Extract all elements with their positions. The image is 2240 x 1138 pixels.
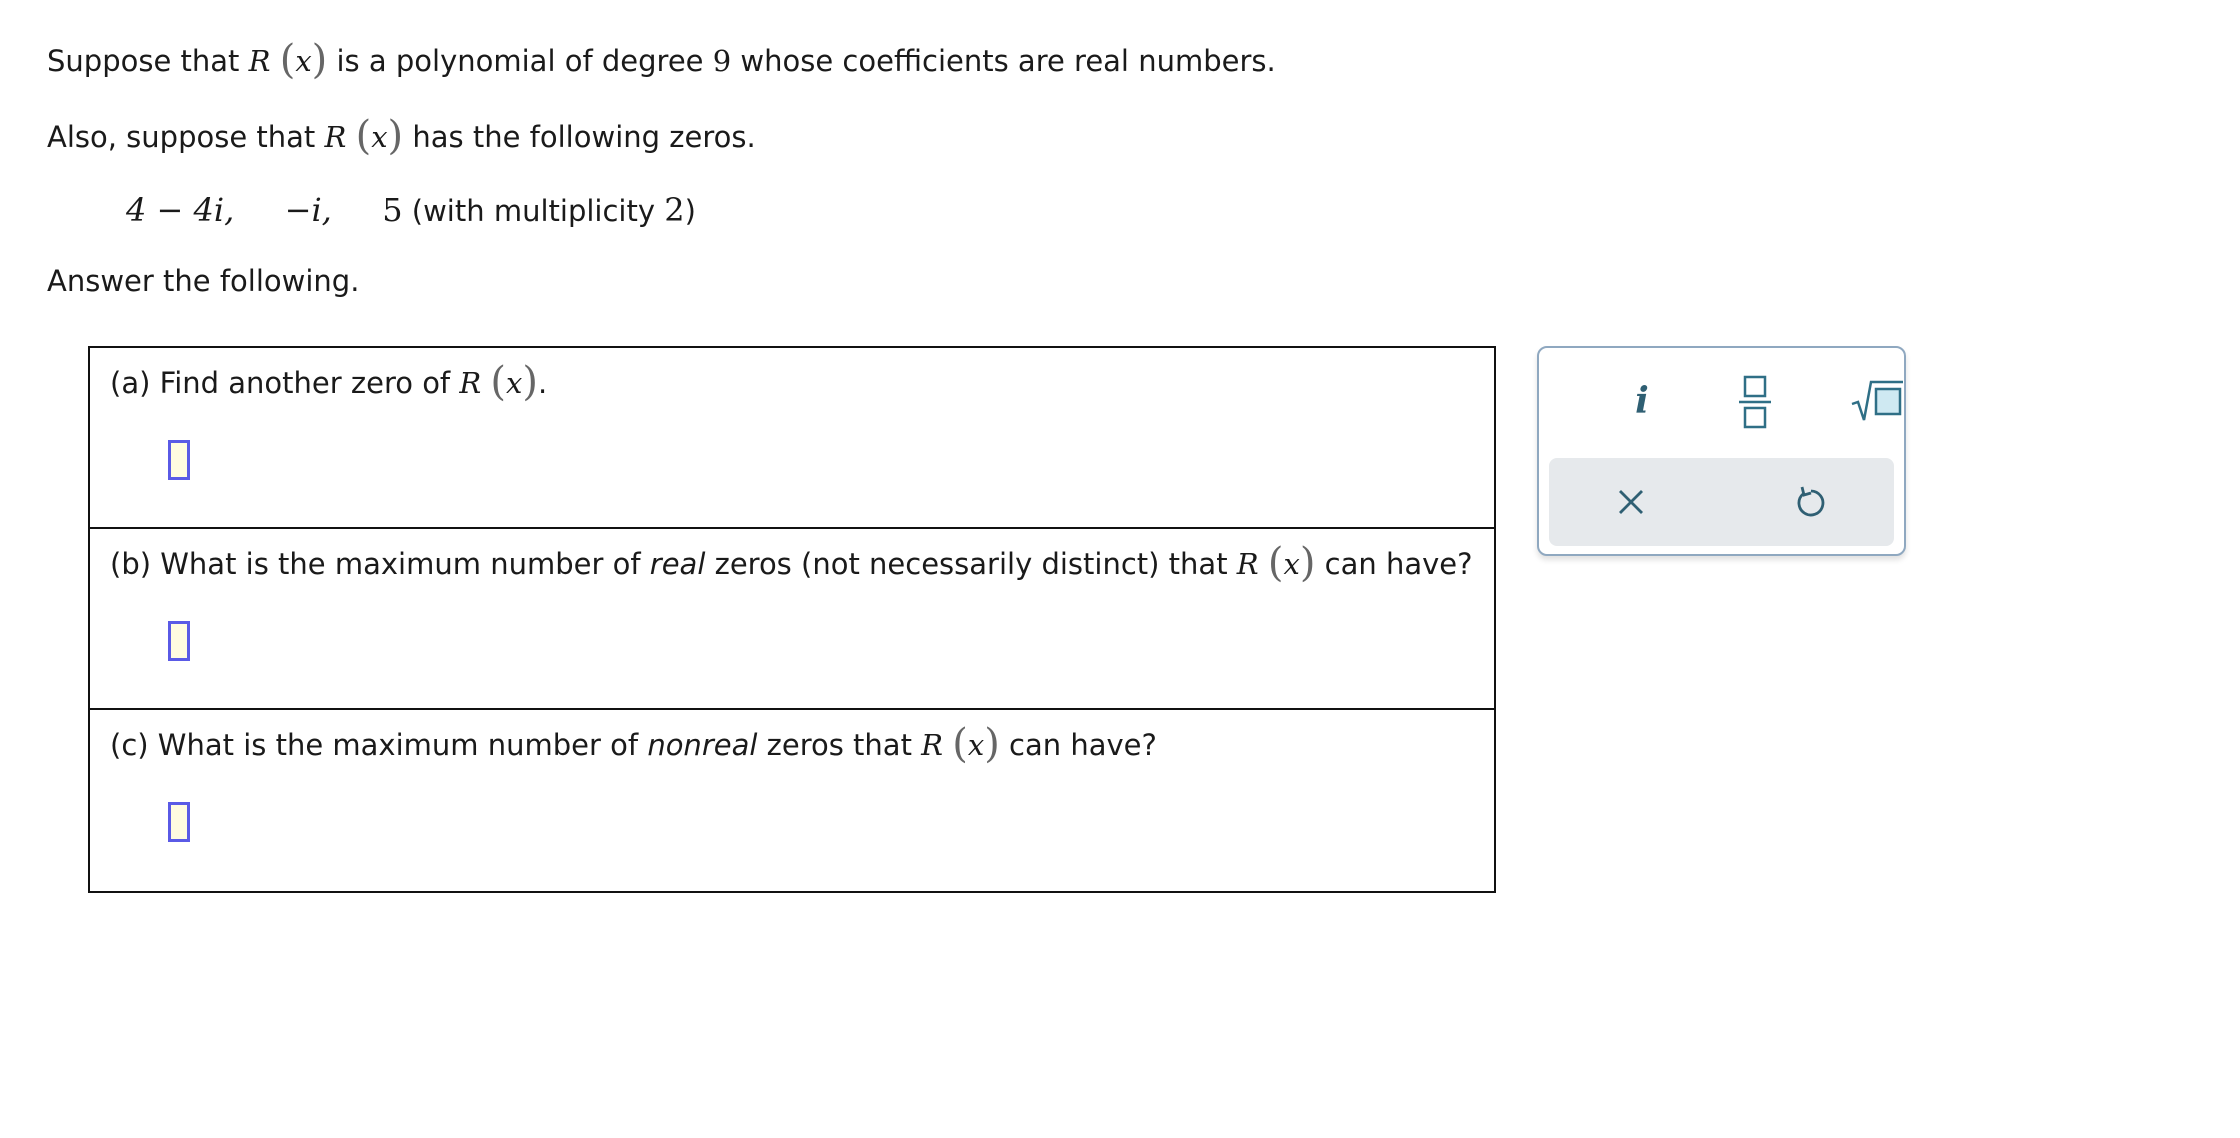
paren-open: ( [952, 721, 968, 767]
clear-icon [1619, 490, 1643, 514]
intro-text: whose coefficients are real numbers. [731, 44, 1276, 78]
fraction-icon [1739, 375, 1771, 429]
function-variable: x [1283, 547, 1300, 581]
zeros-list: 4 − 4i, −i, 5 (with multiplicity 2) [126, 188, 696, 233]
paren-open: ( [1267, 540, 1284, 586]
paren-open: ( [490, 359, 507, 405]
paren-close: ) [311, 37, 328, 83]
toolbar-top-row: i [1539, 348, 1904, 456]
answer-input-c[interactable] [168, 802, 190, 842]
clear-button[interactable] [1591, 467, 1671, 537]
question-text: can have? [999, 728, 1157, 762]
question-row-c: (c) What is the maximum number of nonrea… [90, 710, 1494, 891]
function-variable: x [371, 120, 388, 154]
math-toolbar: i [1537, 346, 1906, 556]
undo-icon [1797, 486, 1825, 517]
function-name: R [459, 366, 482, 400]
question-text: (a) Find another zero of [110, 366, 460, 400]
intro-text: has the following zeros. [403, 120, 756, 154]
imaginary-unit-button[interactable]: i [1602, 366, 1682, 436]
intro-line-3: Answer the following. [47, 264, 360, 298]
multiplicity-note: (with multiplicity [402, 194, 665, 228]
function-name: R [324, 120, 347, 154]
question-text: (c) What is the maximum number of [110, 728, 648, 762]
degree-value: 9 [712, 44, 732, 78]
paren-open: ( [279, 37, 296, 83]
intro-text: Suppose that [47, 44, 249, 78]
function-name: R [921, 728, 944, 762]
fraction-button[interactable] [1715, 366, 1795, 436]
toolbar-bottom-row [1549, 458, 1894, 546]
intro-line-1: Suppose that R (x) is a polynomial of de… [47, 38, 1276, 81]
square-root-button[interactable] [1837, 366, 1917, 436]
function-variable: x [967, 728, 985, 762]
zero-item: 5 [382, 191, 403, 229]
question-text: zeros (not necessarily distinct) that [705, 547, 1237, 581]
answer-input-b[interactable] [168, 621, 190, 661]
multiplicity-value: 2 [664, 191, 685, 229]
paren-close: ) [387, 113, 404, 159]
function-variable: x [506, 366, 523, 400]
question-row-b: (b) What is the maximum number of real z… [90, 529, 1494, 710]
question-b-text: (b) What is the maximum number of real z… [110, 541, 1473, 584]
multiplicity-note: ) [684, 194, 696, 228]
square-root-icon [1851, 380, 1903, 421]
emphasis-text: real [649, 547, 706, 581]
function-variable: x [295, 44, 312, 78]
question-row-a: (a) Find another zero of R (x). [90, 348, 1494, 529]
intro-text: is a polynomial of degree [327, 44, 713, 78]
paren-close: ) [522, 359, 538, 405]
question-text: (b) What is the maximum number of [110, 547, 650, 581]
question-text: . [538, 366, 548, 400]
emphasis-text: nonreal [647, 728, 758, 762]
question-a-text: (a) Find another zero of R (x). [110, 360, 547, 403]
zero-item: −i, [284, 191, 332, 229]
paren-open: ( [355, 113, 372, 159]
question-text: can have? [1315, 547, 1473, 581]
answer-input-a[interactable] [168, 440, 190, 480]
intro-line-2: Also, suppose that R (x) has the followi… [47, 114, 756, 157]
zero-item: 4 − 4i, [126, 191, 235, 229]
intro-text: Also, suppose that [47, 120, 325, 154]
paren-close: ) [1299, 540, 1316, 586]
question-text: zeros that [757, 728, 922, 762]
answer-table: (a) Find another zero of R (x). (b) What… [88, 346, 1496, 893]
paren-close: ) [984, 721, 1000, 767]
function-name: R [1236, 547, 1259, 581]
question-c-text: (c) What is the maximum number of nonrea… [110, 722, 1157, 765]
function-name: R [248, 44, 271, 78]
undo-button[interactable] [1771, 467, 1851, 537]
